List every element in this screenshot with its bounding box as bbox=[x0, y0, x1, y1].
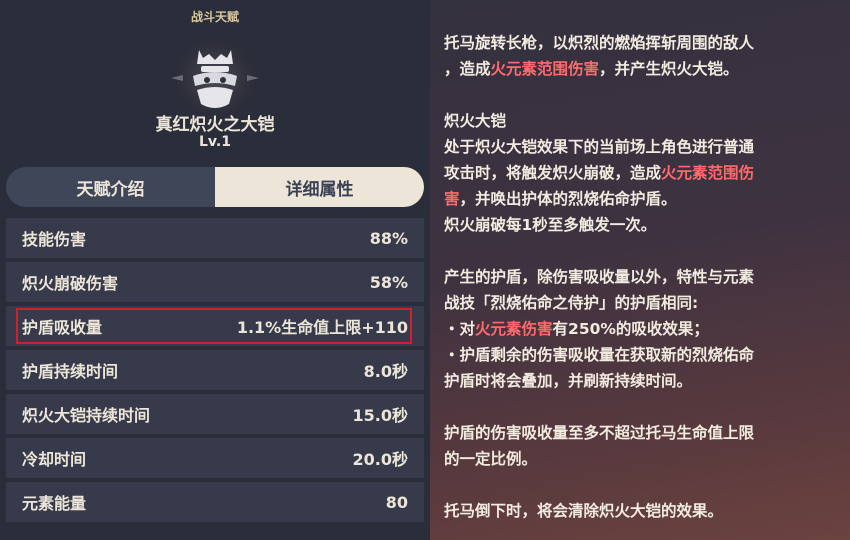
stat-label: 炽火大铠持续时间 bbox=[22, 406, 151, 425]
stat-label: 技能伤害 bbox=[22, 230, 87, 249]
stat-value: 20.0秒 bbox=[352, 450, 408, 469]
stat-label: 炽火崩破伤害 bbox=[22, 274, 119, 293]
desc-line: 炽火崩破每1秒至多触发一次。 bbox=[444, 216, 657, 234]
stat-value: 58% bbox=[369, 272, 408, 292]
stat-row: 炽火崩破伤害 58% bbox=[6, 262, 424, 302]
tab-talent-intro[interactable]: 天赋介绍 bbox=[6, 167, 215, 207]
stat-row: 技能伤害 88% bbox=[6, 218, 424, 258]
stat-label: 冷却时间 bbox=[22, 450, 87, 469]
desc-line: 托马旋转长枪，以炽烈的燃焰挥斩周围的敌人 bbox=[444, 34, 755, 52]
desc-line: 托马倒下时，将会清除炽火大铠的效果。 bbox=[444, 502, 724, 520]
stat-value: 88% bbox=[369, 228, 408, 248]
pyro-aoe-dmg-text: 火元素范围伤 bbox=[661, 164, 755, 182]
desc-line: 战技「烈烧佑命之侍护」的护盾相同: bbox=[444, 294, 699, 312]
stat-value: 80 bbox=[385, 492, 408, 512]
stat-row: 护盾持续时间 8.0秒 bbox=[6, 350, 424, 390]
stat-label: 护盾持续时间 bbox=[22, 362, 119, 381]
desc-line: ・对火元素伤害有250%的吸收效果； bbox=[444, 320, 709, 338]
stat-row: 元素能量 80 bbox=[6, 482, 424, 522]
stats-list: 技能伤害 88% 炽火崩破伤害 58% 护盾吸收量 1.1%生命值上限+110 … bbox=[6, 218, 424, 526]
tab-bar: 天赋介绍 详细属性 bbox=[6, 167, 424, 207]
left-panel: 战斗天赋 真红炽火之大铠 Lv.1 天赋介绍 详细属性 技能伤害 88% 炽火崩… bbox=[0, 0, 430, 540]
tab-detailed-attributes[interactable]: 详细属性 bbox=[215, 167, 424, 207]
desc-line: 害，并唤出护体的烈烧佑命护盾。 bbox=[444, 190, 677, 208]
highlight-box bbox=[16, 308, 412, 344]
desc-line: 护盾的伤害吸收量至多不超过托马生命值上限 bbox=[444, 424, 755, 442]
desc-line: 产生的护盾，除伤害吸收量以外，特性与元素 bbox=[444, 268, 755, 286]
skill-level: Lv.1 bbox=[199, 134, 231, 150]
pyro-aoe-dmg-text: 火元素范围伤害 bbox=[490, 60, 600, 78]
skill-name: 真红炽火之大铠 bbox=[155, 115, 275, 135]
description-panel: 托马旋转长枪，以炽烈的燃焰挥斩周围的敌人 ，造成火元素范围伤害，并产生炽火大铠。… bbox=[430, 0, 850, 540]
desc-line: ，造成火元素范围伤害，并产生炽火大铠。 bbox=[444, 60, 739, 78]
desc-heading: 炽火大铠 bbox=[444, 112, 507, 130]
desc-line: 处于炽火大铠效果下的当前场上角色进行普通 bbox=[444, 138, 755, 156]
stat-row-highlighted: 护盾吸收量 1.1%生命值上限+110 bbox=[6, 306, 424, 346]
desc-line: 护盾时将会叠加，并刷新持续时间。 bbox=[444, 372, 693, 390]
desc-line: 的一定比例。 bbox=[444, 450, 538, 468]
stat-value: 15.0秒 bbox=[352, 406, 408, 425]
stat-label: 元素能量 bbox=[22, 494, 87, 513]
skill-description: 托马旋转长枪，以炽烈的燃焰挥斩周围的敌人 ，造成火元素范围伤害，并产生炽火大铠。… bbox=[444, 30, 850, 524]
desc-line: ・护盾剩余的伤害吸收量在获取新的烈烧佑命 bbox=[444, 346, 755, 364]
stat-row: 炽火大铠持续时间 15.0秒 bbox=[6, 394, 424, 434]
pyro-dmg-text: 火元素伤害 bbox=[475, 320, 553, 338]
desc-line: 攻击时，将触发炽火崩破，造成火元素范围伤 bbox=[444, 164, 755, 182]
talent-category: 战斗天赋 bbox=[190, 10, 239, 24]
stat-row: 冷却时间 20.0秒 bbox=[6, 438, 424, 478]
stat-value: 8.0秒 bbox=[363, 362, 408, 381]
